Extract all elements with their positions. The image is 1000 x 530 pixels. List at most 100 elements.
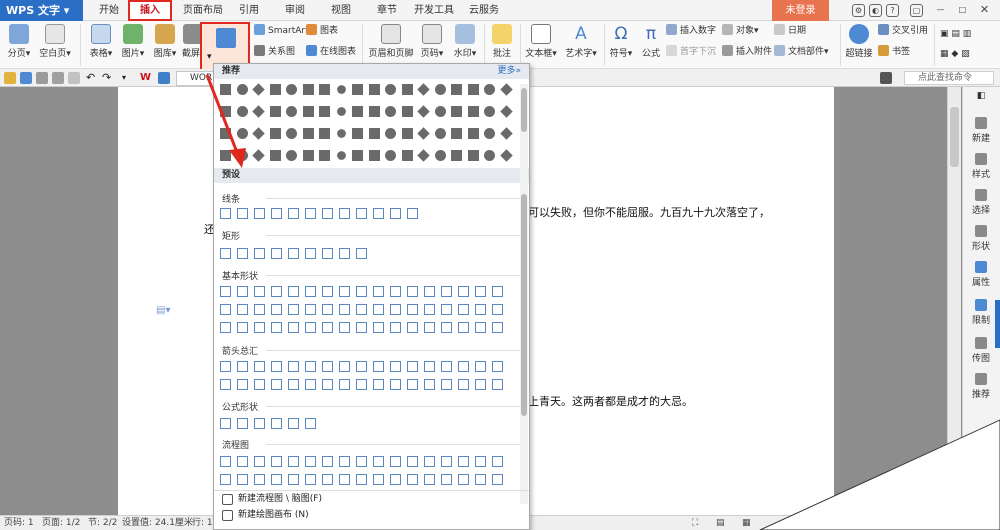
shape-option[interactable] [237, 474, 248, 485]
shape-option[interactable] [484, 150, 495, 161]
shape-option[interactable] [319, 150, 330, 161]
shape-option[interactable] [339, 322, 350, 333]
shape-option[interactable] [475, 361, 486, 372]
shape-option[interactable] [220, 474, 231, 485]
shape-option[interactable] [237, 418, 248, 429]
shape-option[interactable] [441, 286, 452, 297]
shape-option[interactable] [220, 150, 231, 161]
shape-option[interactable] [352, 150, 363, 161]
sidebar-item-shape[interactable]: 形状 [963, 225, 999, 252]
shape-option[interactable] [475, 379, 486, 390]
close-icon[interactable]: ✕ [978, 4, 991, 17]
shape-option[interactable] [458, 322, 469, 333]
command-search-input[interactable]: 点此查找命令 [904, 71, 994, 85]
shape-option[interactable] [441, 474, 452, 485]
shape-option[interactable] [305, 248, 316, 259]
shape-option[interactable] [339, 248, 350, 259]
shape-option[interactable] [417, 149, 430, 162]
gear-icon[interactable]: ⚙ [852, 4, 865, 17]
shape-option[interactable] [254, 474, 265, 485]
shape-option[interactable] [288, 304, 299, 315]
tab-view[interactable]: 视图 [326, 0, 356, 21]
shape-option[interactable] [373, 208, 384, 219]
shape-option[interactable] [271, 322, 282, 333]
shape-option[interactable] [271, 304, 282, 315]
shape-option[interactable] [322, 248, 333, 259]
tab-home[interactable]: 开始 [92, 0, 126, 21]
tab-page-layout[interactable]: 页面布局 [178, 0, 228, 21]
shape-option[interactable] [220, 106, 231, 117]
shape-option[interactable] [373, 304, 384, 315]
more-link[interactable]: 更多» [497, 64, 521, 79]
shape-option[interactable] [352, 128, 363, 139]
shape-option[interactable] [339, 474, 350, 485]
shape-option[interactable] [254, 322, 265, 333]
shape-option[interactable] [390, 456, 401, 467]
shape-option[interactable] [356, 474, 367, 485]
shape-option[interactable] [424, 474, 435, 485]
shape-option[interactable] [334, 127, 348, 140]
hyperlink-button[interactable]: 超链接 [844, 21, 874, 59]
shape-option[interactable] [356, 208, 367, 219]
blank-page-button[interactable]: 空白页▾ [38, 21, 72, 59]
date-button[interactable]: 日期 [774, 23, 806, 39]
shape-option[interactable] [220, 379, 231, 390]
shape-option[interactable] [352, 106, 363, 117]
pin-icon[interactable] [880, 72, 892, 84]
shape-option[interactable] [417, 83, 430, 96]
shape-option[interactable] [407, 379, 418, 390]
minimize-icon[interactable]: — [934, 4, 947, 17]
shape-option[interactable] [236, 106, 248, 117]
redo-icon[interactable]: ↷ [102, 72, 114, 84]
shape-option[interactable] [407, 304, 418, 315]
gallery-button[interactable]: 图库▾ [150, 21, 180, 59]
sidebar-item-restrict[interactable]: 限制 [963, 299, 999, 326]
skin-icon[interactable]: ◐ [869, 4, 882, 17]
shape-option[interactable] [252, 127, 265, 140]
shape-option[interactable] [385, 150, 396, 161]
shape-option[interactable] [467, 84, 479, 95]
shape-option[interactable] [441, 456, 452, 467]
shape-option[interactable] [356, 248, 367, 259]
shape-option[interactable] [484, 128, 495, 139]
tab-chapter[interactable]: 章节 [372, 0, 402, 21]
format-painter-icon[interactable] [68, 72, 80, 84]
shape-option[interactable] [254, 208, 265, 219]
sidebar-item-select[interactable]: 选择 [963, 189, 999, 216]
shape-option[interactable] [467, 150, 479, 161]
shape-option[interactable] [407, 286, 418, 297]
dropdown-scrollbar-thumb-top[interactable] [521, 88, 527, 132]
shape-option[interactable] [322, 474, 333, 485]
object-button[interactable]: 对象▾ [722, 23, 759, 39]
cube-icon[interactable] [158, 72, 170, 84]
shape-option[interactable] [305, 474, 316, 485]
sidebar-edge-tab[interactable] [995, 300, 1000, 348]
app-brand[interactable]: WPS 文字 ▾ [0, 0, 83, 21]
shape-option[interactable] [401, 150, 413, 161]
tab-developer[interactable]: 开发工具 [412, 0, 456, 21]
shape-option[interactable] [305, 286, 316, 297]
shape-option[interactable] [475, 304, 486, 315]
shape-option[interactable] [271, 474, 282, 485]
tab-references[interactable]: 引用 [234, 0, 264, 21]
shape-option[interactable] [475, 322, 486, 333]
shape-option[interactable] [254, 379, 265, 390]
open-folder-icon[interactable] [4, 72, 16, 84]
shape-option[interactable] [407, 456, 418, 467]
shape-option[interactable] [305, 208, 316, 219]
shape-option[interactable] [322, 304, 333, 315]
shape-option[interactable] [356, 286, 367, 297]
insert-attachment-button[interactable]: 插入附件 [722, 44, 772, 60]
shape-option[interactable] [334, 83, 348, 96]
shape-option[interactable] [467, 128, 479, 139]
shape-option[interactable] [254, 456, 265, 467]
shape-option[interactable] [385, 128, 396, 139]
shape-option[interactable] [339, 286, 350, 297]
shape-option[interactable] [401, 84, 413, 95]
shape-option[interactable] [322, 361, 333, 372]
shape-option[interactable] [458, 474, 469, 485]
shape-option[interactable] [302, 106, 314, 117]
shape-option[interactable] [237, 379, 248, 390]
shape-option[interactable] [302, 84, 314, 95]
sidebar-item-style[interactable]: 样式 [963, 153, 999, 180]
